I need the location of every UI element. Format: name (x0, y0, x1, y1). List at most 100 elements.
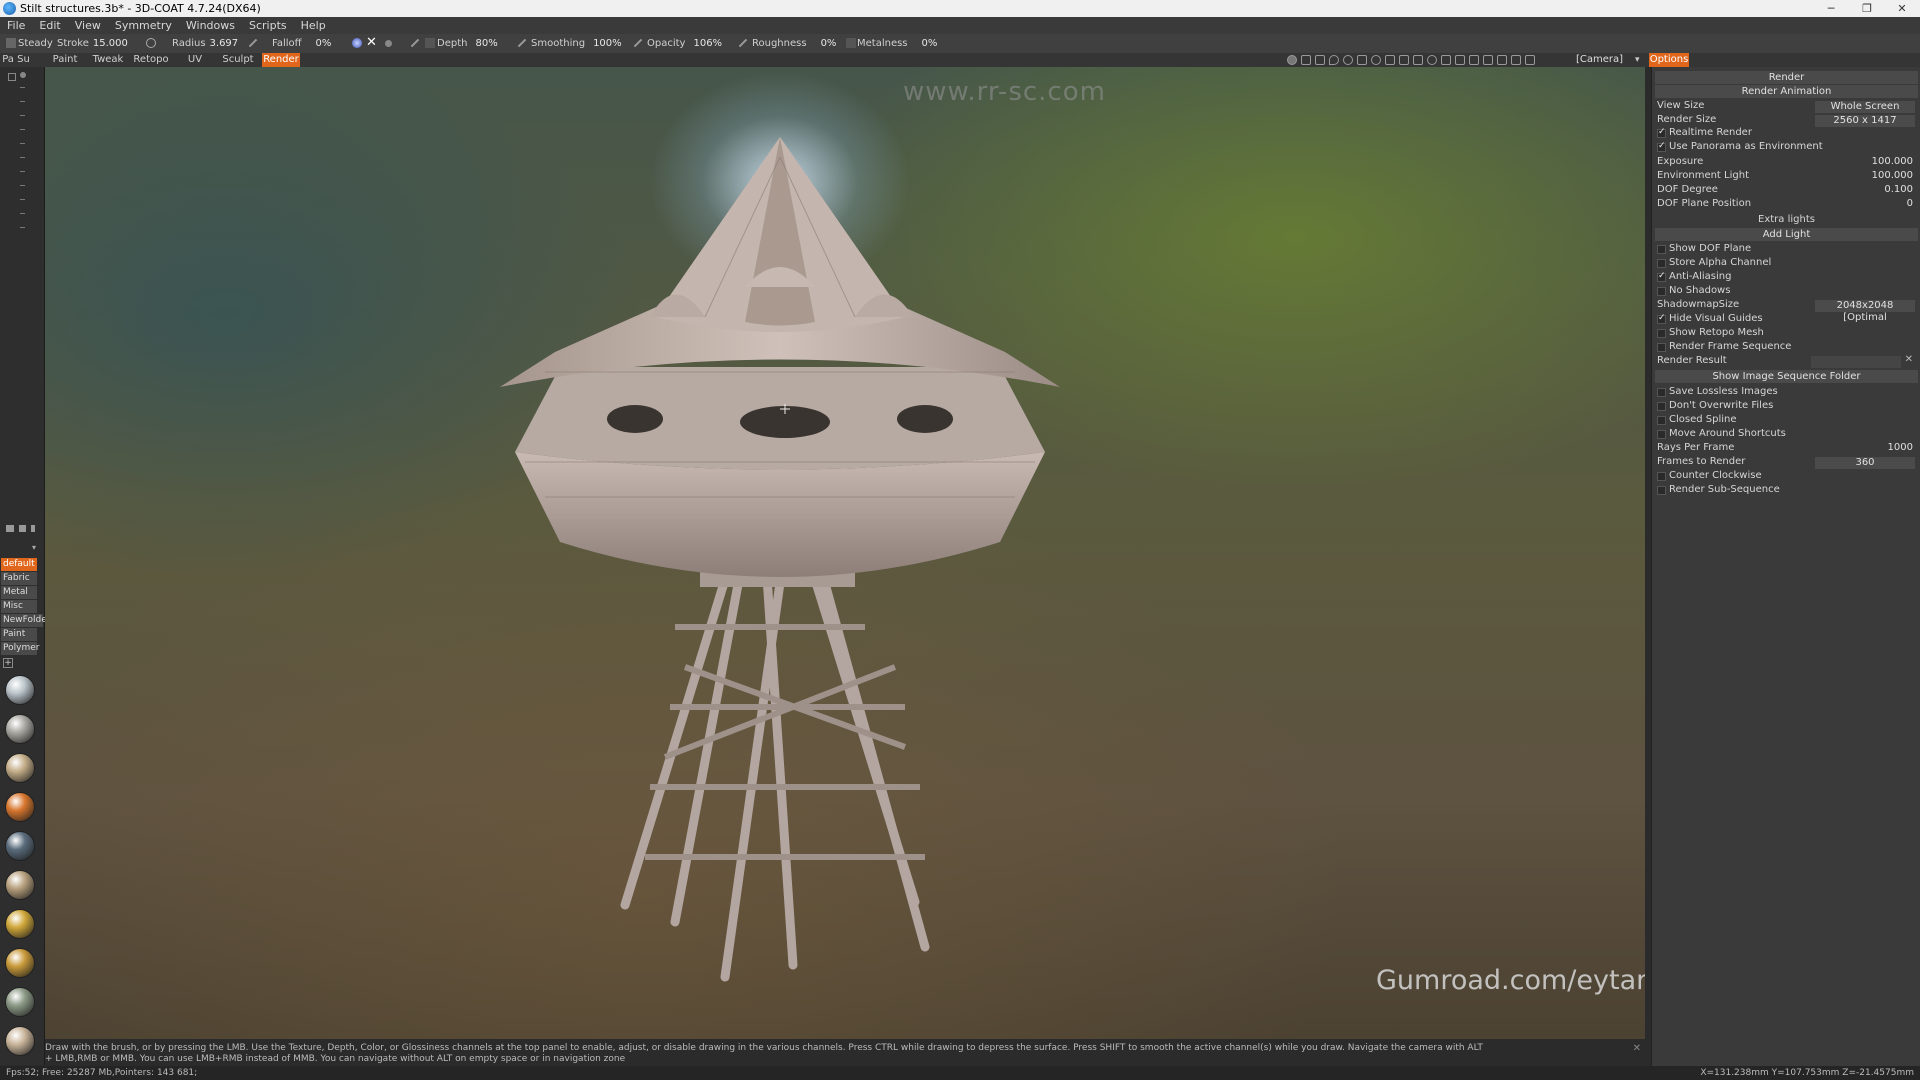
window-icon[interactable] (1511, 55, 1521, 65)
tab-sculpt[interactable]: Sculpt (221, 53, 255, 67)
material-category-metal[interactable]: Metal (1, 586, 37, 599)
eye-icon[interactable] (20, 72, 26, 78)
chevron-down-icon[interactable]: ▾ (1635, 53, 1640, 67)
material-category-fabric[interactable]: Fabric (1, 572, 37, 585)
smoothing-field[interactable]: Smoothing 100% (531, 37, 622, 50)
tool-tick[interactable] (20, 101, 25, 102)
shading-icon[interactable] (1287, 55, 1297, 65)
add-light-button[interactable]: Add Light (1655, 228, 1918, 241)
tool-tick[interactable] (20, 143, 25, 144)
screenshot-icon[interactable] (1497, 55, 1507, 65)
clear-result-icon[interactable]: ✕ (1905, 354, 1913, 365)
rays-per-frame-value[interactable]: 1000 (1888, 442, 1913, 453)
tab-render[interactable]: Render (262, 53, 300, 67)
move-around-shortcuts-checkbox[interactable] (1657, 430, 1666, 439)
split-view-icon[interactable] (1483, 55, 1493, 65)
no-entry-icon[interactable] (1427, 55, 1437, 65)
menu-file[interactable]: File (0, 17, 32, 34)
trash-icon[interactable] (19, 525, 26, 532)
menu-view[interactable]: View (68, 17, 108, 34)
dot-icon[interactable] (385, 40, 392, 47)
store-alpha-checkbox[interactable] (1657, 259, 1666, 268)
rotate-icon[interactable] (1343, 55, 1353, 65)
sphere-mode-icon[interactable] (352, 38, 362, 48)
environment-light-value[interactable]: 100.000 (1872, 170, 1913, 181)
folder-icon[interactable] (6, 525, 14, 532)
tool-tick[interactable] (20, 213, 25, 214)
options-button[interactable]: Options (1649, 53, 1689, 67)
show-image-sequence-folder-button[interactable]: Show Image Sequence Folder (1655, 370, 1918, 383)
show-dof-plane-checkbox[interactable] (1657, 245, 1666, 254)
menu-edit[interactable]: Edit (32, 17, 67, 34)
material-swatch[interactable] (5, 831, 35, 861)
material-category-misc[interactable]: Misc (1, 600, 37, 613)
minimize-button[interactable]: ─ (1815, 0, 1847, 17)
material-swatch[interactable] (5, 753, 35, 783)
frames-to-render-field[interactable]: 360 (1815, 457, 1915, 469)
material-swatch[interactable] (5, 792, 35, 822)
material-category-newfolder[interactable]: NewFolder (1, 614, 50, 627)
material-category-default[interactable]: default (1, 558, 37, 571)
tool-tick[interactable] (20, 129, 25, 130)
tab-tweak[interactable]: Tweak (92, 53, 124, 67)
tool-tick[interactable] (20, 227, 25, 228)
material-swatch[interactable] (5, 870, 35, 900)
tool-tick[interactable] (20, 171, 25, 172)
tab-paint[interactable]: Paint (50, 53, 80, 67)
show-retopo-mesh-checkbox[interactable] (1657, 329, 1666, 338)
metalness-checkbox-icon[interactable] (846, 38, 856, 48)
add-folder-icon[interactable]: + (3, 658, 13, 668)
light-icon[interactable] (1301, 55, 1311, 65)
material-category-paint[interactable]: Paint (1, 628, 37, 641)
fit-icon[interactable] (1413, 55, 1423, 65)
dof-degree-value[interactable]: 0.100 (1884, 184, 1913, 195)
drop-icon[interactable] (1329, 55, 1339, 65)
hide-visual-guides-checkbox[interactable] (1657, 313, 1666, 324)
depth-field[interactable]: Depth 80% (437, 37, 498, 50)
steady-checkbox-icon[interactable] (6, 38, 16, 48)
no-shadows-checkbox[interactable] (1657, 287, 1666, 296)
hex-icon[interactable] (1441, 55, 1451, 65)
close-hint-icon[interactable]: ✕ (1633, 1043, 1641, 1054)
anti-aliasing-checkbox[interactable] (1657, 271, 1666, 282)
material-swatch[interactable] (5, 675, 35, 705)
tab-pa-su[interactable]: Pa Su (0, 53, 32, 67)
steady-label[interactable]: Steady (18, 37, 53, 50)
camera-select[interactable]: [Camera] (1576, 53, 1623, 67)
axis-icon[interactable] (1315, 55, 1325, 65)
menu-symmetry[interactable]: Symmetry (108, 17, 179, 34)
depth-pen-icon[interactable] (410, 38, 420, 48)
render-sub-sequence-checkbox[interactable] (1657, 486, 1666, 495)
metalness-field[interactable]: Metalness 0% (857, 37, 937, 50)
opacity-field[interactable]: Opacity 106% (647, 37, 722, 50)
cross-icon[interactable]: ✕ (366, 36, 377, 49)
tool-tick[interactable] (20, 115, 25, 116)
tab-retopo[interactable]: Retopo (133, 53, 169, 67)
radius-field[interactable]: Radius 3.697 (172, 37, 238, 50)
roughness-pen-icon[interactable] (738, 38, 748, 48)
frame-icon[interactable] (1399, 55, 1409, 65)
material-category-polymer[interactable]: Polymer (1, 642, 39, 655)
falloff-field[interactable]: Falloff 0% (272, 37, 331, 50)
shadowmap-size-select[interactable]: 2048x2048 [Optimal (1815, 300, 1915, 323)
layout-icon[interactable] (1525, 55, 1535, 65)
render-size-select[interactable]: 2560 x 1417 (1815, 115, 1915, 127)
material-swatch[interactable] (5, 1026, 35, 1056)
lock-icon[interactable] (31, 525, 35, 532)
counter-clockwise-checkbox[interactable] (1657, 472, 1666, 481)
save-lossless-checkbox[interactable] (1657, 388, 1666, 397)
move-icon[interactable] (1357, 55, 1367, 65)
pen-icon[interactable] (248, 38, 258, 48)
use-panorama-checkbox[interactable] (1657, 141, 1666, 152)
tool-tick[interactable] (20, 185, 25, 186)
3d-viewport[interactable]: www.rr-sc.com Gumroad.com/eytan (45, 67, 1645, 1039)
material-swatch[interactable] (5, 714, 35, 744)
tool-tick[interactable] (20, 87, 25, 88)
brush-icon[interactable] (146, 38, 156, 48)
smoothing-pen-icon[interactable] (517, 38, 527, 48)
material-swatch[interactable] (5, 948, 35, 978)
dont-overwrite-checkbox[interactable] (1657, 402, 1666, 411)
render-frame-sequence-checkbox[interactable] (1657, 343, 1666, 352)
zoom-icon[interactable] (1371, 55, 1381, 65)
tool-tick[interactable] (20, 157, 25, 158)
